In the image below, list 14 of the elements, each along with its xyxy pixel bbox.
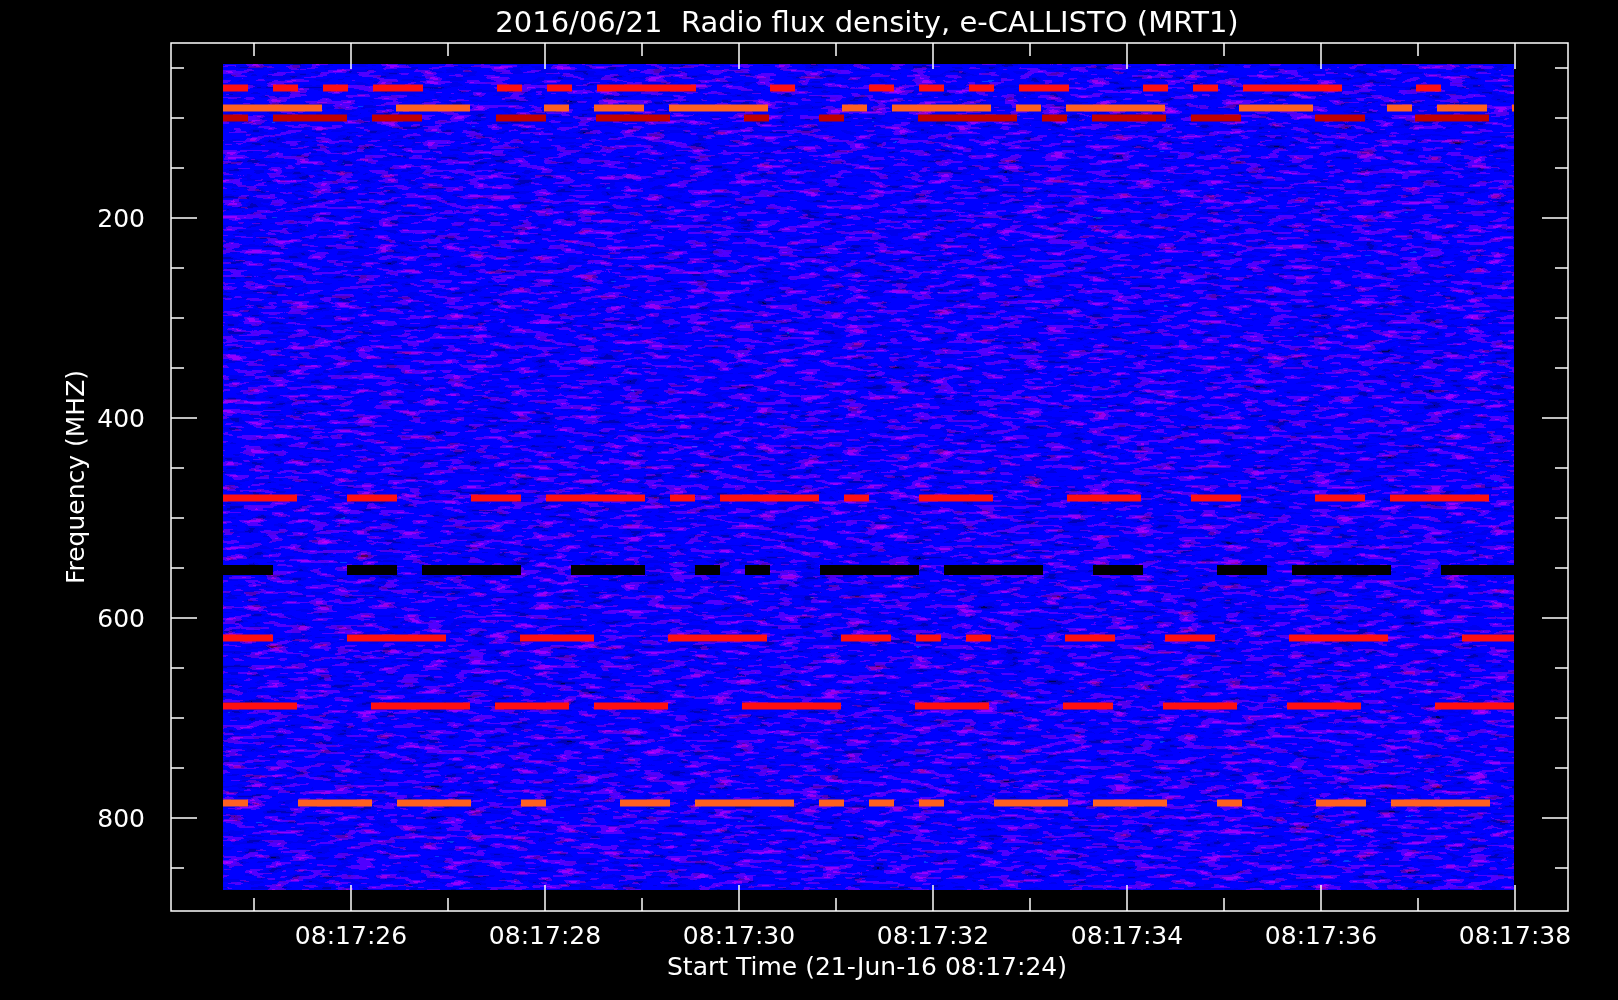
x-tick-label: 08:17:36 [1264,921,1378,950]
x-axis-label: Start Time (21-Jun-16 08:17:24) [667,952,1067,981]
y-tick-label: 600 [97,604,145,633]
chart-title: 2016/06/21 Radio flux density, e-CALLISTO (MRT1) [495,5,1239,39]
y-tick-label: 400 [97,404,145,433]
x-tick-label: 08:17:32 [876,921,990,950]
x-tick-label: 08:17:26 [294,921,408,950]
x-tick-label: 08:17:30 [682,921,796,950]
x-tick-label: 08:17:28 [488,921,602,950]
y-tick-label: 800 [97,804,145,833]
x-tick-label: 08:17:38 [1458,921,1572,950]
x-tick-label: 08:17:34 [1070,921,1184,950]
y-axis-label: Frequency (MHZ) [61,369,90,585]
y-tick-label: 200 [97,204,145,233]
